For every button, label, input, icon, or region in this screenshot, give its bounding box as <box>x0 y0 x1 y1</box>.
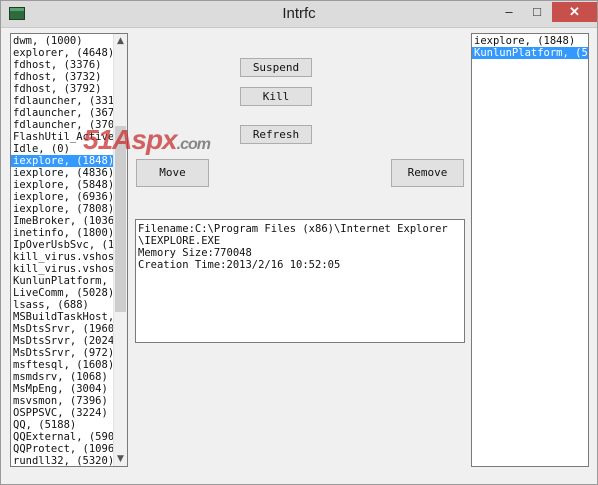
process-list-item[interactable]: iexplore, (4836) <box>11 167 115 179</box>
scroll-up-arrow-icon[interactable]: ▲ <box>114 34 127 48</box>
process-list-items: dwm, (1000) explorer, (4648) fdhost, (3376… <box>11 35 115 466</box>
watched-list-item[interactable]: iexplore, (1848) <box>472 35 588 47</box>
process-list[interactable]: dwm, (1000) explorer, (4648) fdhost, (3376… <box>10 33 128 467</box>
watermark-logo: 51Aspx.com <box>83 124 211 155</box>
process-list-scrollbar[interactable]: ▲ ▼ <box>113 34 127 466</box>
process-list-item[interactable]: MsDtsSrvr, (972) <box>11 347 115 359</box>
process-list-item[interactable]: IpOverUsbSvc, (18 <box>11 239 115 251</box>
info-line: Creation Time:2013/2/16 10:52:05 <box>138 259 341 271</box>
watched-list[interactable]: iexplore, (1848) KunlunPlatform, (51 <box>471 33 589 467</box>
process-list-item[interactable]: rundll32, (5320) <box>11 455 115 466</box>
watched-list-item[interactable]: KunlunPlatform, (51 <box>472 47 588 59</box>
process-list-item[interactable]: MsMpEng, (3004) <box>11 383 115 395</box>
process-list-item[interactable]: inetinfo, (1800) <box>11 227 115 239</box>
info-line: Filename:C:\Program Files (x86)\Internet… <box>138 223 448 235</box>
process-list-item[interactable]: kill_virus.vshost <box>11 263 115 275</box>
process-list-item[interactable]: ImeBroker, (1036) <box>11 215 115 227</box>
title-bar[interactable]: Intrfc – □ ✕ <box>1 1 597 28</box>
process-list-item[interactable]: msvsmon, (7396) <box>11 395 115 407</box>
process-list-item[interactable]: MsDtsSrvr, (2024) <box>11 335 115 347</box>
remove-button[interactable]: Remove <box>391 159 464 187</box>
process-list-item[interactable]: explorer, (4648) <box>11 47 115 59</box>
process-list-item[interactable]: msmdsrv, (1068) <box>11 371 115 383</box>
watched-list-items: iexplore, (1848) KunlunPlatform, (51 <box>472 35 588 59</box>
process-list-item[interactable]: QQ, (5188) <box>11 419 115 431</box>
process-list-item[interactable]: MsDtsSrvr, (1960) <box>11 323 115 335</box>
minimize-button[interactable]: – <box>495 2 523 22</box>
process-list-item[interactable]: fdhost, (3792) <box>11 83 115 95</box>
info-line: \IEXPLORE.EXE <box>138 235 221 247</box>
process-list-item[interactable]: fdlauncher, (3312) <box>11 95 115 107</box>
close-button[interactable]: ✕ <box>552 2 597 22</box>
process-list-item[interactable]: dwm, (1000) <box>11 35 115 47</box>
process-list-item[interactable]: fdhost, (3732) <box>11 71 115 83</box>
refresh-button[interactable]: Refresh <box>240 125 312 144</box>
process-list-item[interactable]: lsass, (688) <box>11 299 115 311</box>
process-list-item[interactable]: iexplore, (7808) <box>11 203 115 215</box>
process-list-item[interactable]: msftesql, (1608) <box>11 359 115 371</box>
scroll-down-arrow-icon[interactable]: ▼ <box>114 452 127 466</box>
app-window: Intrfc – □ ✕ dwm, (1000) explorer, (4648)… <box>0 0 598 485</box>
process-list-item[interactable]: QQProtect, (1096 <box>11 443 115 455</box>
process-info-box[interactable]: Filename:C:\Program Files (x86)\Internet… <box>135 219 465 343</box>
info-line: Memory Size:770048 <box>138 247 252 259</box>
suspend-button[interactable]: Suspend <box>240 58 312 77</box>
process-list-item[interactable]: fdhost, (3376) <box>11 59 115 71</box>
process-list-item[interactable]: kill_virus.vshost <box>11 251 115 263</box>
process-list-item[interactable]: LiveComm, (5028) <box>11 287 115 299</box>
maximize-button[interactable]: □ <box>523 2 551 22</box>
process-list-item[interactable]: iexplore, (6936) <box>11 191 115 203</box>
process-list-item[interactable]: KunlunPlatform, <box>11 275 115 287</box>
process-list-item[interactable]: MSBuildTaskHost, <box>11 311 115 323</box>
process-list-item[interactable]: iexplore, (5848) <box>11 179 115 191</box>
process-list-item[interactable]: fdlauncher, (3672) <box>11 107 115 119</box>
move-button[interactable]: Move <box>136 159 209 187</box>
process-list-item[interactable]: iexplore, (1848) <box>11 155 115 167</box>
kill-button[interactable]: Kill <box>240 87 312 106</box>
process-list-item[interactable]: OSPPSVC, (3224) <box>11 407 115 419</box>
process-list-item[interactable]: QQExternal, (5908 <box>11 431 115 443</box>
